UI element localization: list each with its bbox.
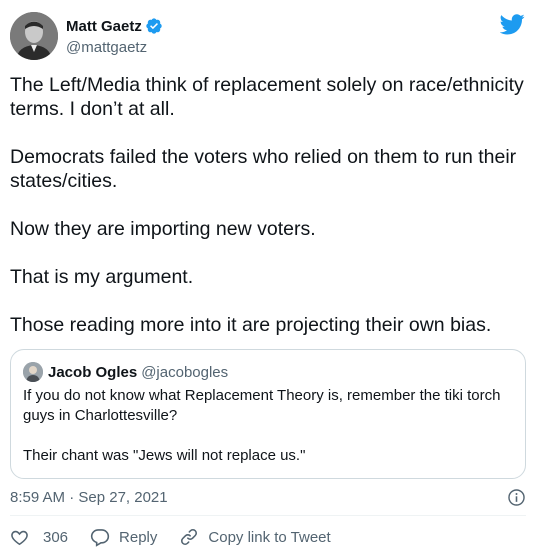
quoted-paragraph: Their chant was "Jews will not replace u… bbox=[23, 447, 306, 464]
display-name-row: Matt Gaetz bbox=[66, 16, 163, 36]
tweet-paragraph: The Left/Media think of replacement sole… bbox=[10, 74, 524, 120]
quoted-tweet-header: Jacob Ogles @jacobogles bbox=[23, 362, 513, 382]
tweet-paragraph: That is my argument. bbox=[10, 266, 194, 288]
tweet-timestamp[interactable]: 8:59 AM · Sep 27, 2021 bbox=[10, 489, 168, 506]
reply-button[interactable]: Reply bbox=[90, 527, 157, 547]
copy-link-label: Copy link to Tweet bbox=[208, 528, 331, 546]
author-names: Matt Gaetz @mattgaetz bbox=[66, 16, 163, 56]
author-display-name[interactable]: Matt Gaetz bbox=[66, 18, 142, 35]
quoted-tweet[interactable]: Jacob Ogles @jacobogles If you do not kn… bbox=[10, 349, 526, 479]
tweet-card: Matt Gaetz @mattgaetz The Left/Media thi… bbox=[0, 0, 541, 556]
tweet-actions: 306 Reply Copy link to Tweet bbox=[10, 527, 353, 547]
timestamp-row: 8:59 AM · Sep 27, 2021 bbox=[10, 488, 526, 507]
quoted-paragraph: If you do not know what Replacement Theo… bbox=[23, 387, 501, 424]
like-button[interactable]: 306 bbox=[10, 528, 68, 547]
info-icon[interactable] bbox=[507, 488, 526, 507]
link-icon bbox=[181, 529, 198, 545]
tweet-paragraph: Those reading more into it are projectin… bbox=[10, 314, 492, 336]
author-handle[interactable]: @mattgaetz bbox=[66, 39, 163, 56]
avatar-portrait bbox=[10, 12, 58, 60]
quoted-author-avatar bbox=[23, 362, 43, 382]
verified-badge-icon bbox=[145, 17, 163, 35]
tweet-header: Matt Gaetz @mattgaetz bbox=[10, 12, 163, 60]
quoted-tweet-body: If you do not know what Replacement Theo… bbox=[23, 386, 513, 466]
heart-icon bbox=[11, 530, 28, 545]
tweet-paragraph: Democrats failed the voters who relied o… bbox=[10, 146, 517, 192]
copy-link-button[interactable]: Copy link to Tweet bbox=[179, 527, 331, 547]
twitter-bird-icon[interactable] bbox=[499, 14, 525, 40]
tweet-paragraph: Now they are importing new voters. bbox=[10, 218, 316, 240]
speech-bubble-icon bbox=[90, 529, 110, 547]
quoted-author-handle: @jacobogles bbox=[141, 363, 229, 381]
tweet-body: The Left/Media think of replacement sole… bbox=[10, 73, 530, 337]
author-avatar[interactable] bbox=[10, 12, 58, 60]
quoted-author-name: Jacob Ogles bbox=[48, 363, 138, 381]
like-count: 306 bbox=[43, 528, 69, 546]
divider bbox=[10, 515, 526, 516]
reply-label: Reply bbox=[119, 528, 158, 546]
